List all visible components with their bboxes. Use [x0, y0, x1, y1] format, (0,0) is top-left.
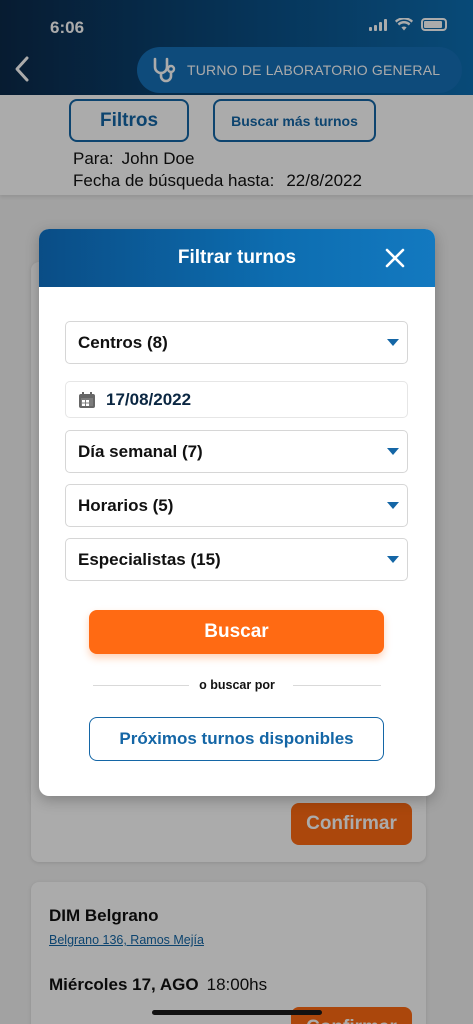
proximos-turnos-button[interactable]: Próximos turnos disponibles	[89, 717, 384, 761]
buscar-button[interactable]: Buscar	[89, 610, 384, 654]
centros-label: Centros (8)	[78, 332, 168, 352]
chevron-down-icon	[387, 555, 399, 563]
modal-header: Filtrar turnos	[39, 229, 435, 287]
calendar-icon	[79, 391, 95, 408]
dia-semanal-label: Día semanal (7)	[78, 441, 203, 461]
filter-modal: Filtrar turnos Centros (8) 17/08/2022 Dí…	[39, 229, 435, 796]
chevron-down-icon	[387, 447, 399, 455]
horarios-label: Horarios (5)	[78, 495, 174, 515]
date-value: 17/08/2022	[106, 389, 192, 409]
centros-dropdown[interactable]: Centros (8)	[65, 321, 408, 364]
date-field[interactable]: 17/08/2022	[65, 381, 408, 418]
divider	[293, 685, 381, 686]
especialistas-dropdown[interactable]: Especialistas (15)	[65, 538, 408, 581]
modal-title: Filtrar turnos	[177, 247, 297, 268]
close-icon[interactable]	[383, 246, 407, 270]
especialistas-label: Especialistas (15)	[78, 549, 221, 569]
home-indicator	[152, 1010, 322, 1015]
dia-semanal-dropdown[interactable]: Día semanal (7)	[65, 430, 408, 473]
horarios-dropdown[interactable]: Horarios (5)	[65, 484, 408, 527]
chevron-down-icon	[387, 338, 399, 346]
chevron-down-icon	[387, 501, 399, 509]
